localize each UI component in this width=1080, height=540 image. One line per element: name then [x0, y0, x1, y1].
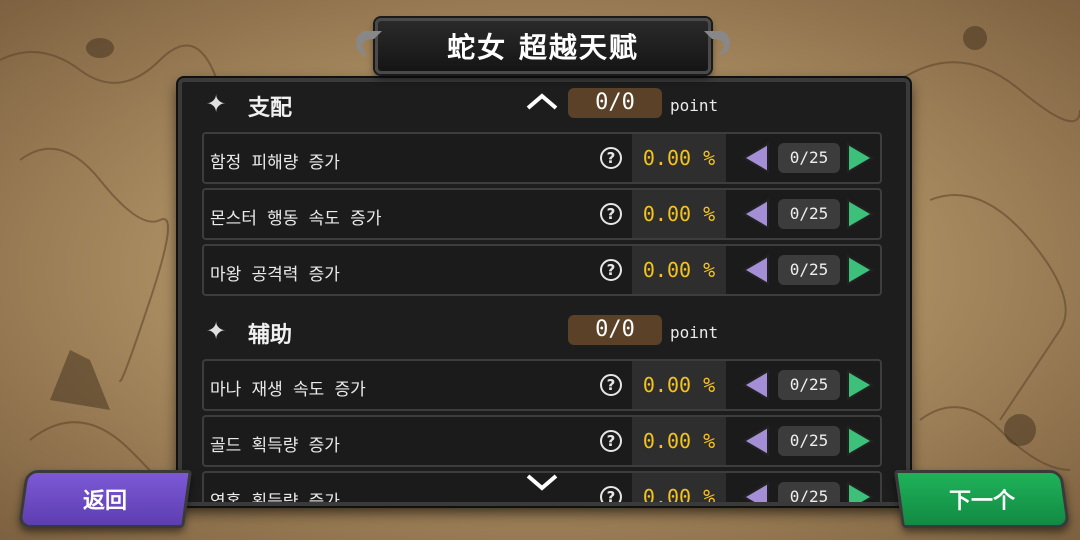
talent-level: 0/25 [778, 370, 840, 400]
talent-panel[interactable]: ✦ 支配 0/0 point 함정 피해량 증가 ? 0.00 % 0/25 몬… [178, 78, 910, 506]
page-title: 蛇女 超越天赋 [447, 31, 639, 64]
talent-row: 마나 재생 속도 증가 ? 0.00 % 0/25 [202, 359, 882, 411]
talent-value: 0.00 % [632, 473, 726, 502]
talent-row: 함정 피해량 증가 ? 0.00 % 0/25 [202, 132, 882, 184]
chevron-down-icon[interactable] [524, 472, 560, 494]
question-circle-icon[interactable]: ? [600, 486, 622, 502]
decrease-button[interactable] [740, 481, 772, 506]
increase-button[interactable] [844, 369, 876, 401]
title-plate: 蛇女 超越天赋 [356, 18, 730, 74]
decrease-button[interactable] [740, 142, 772, 174]
section-points: 0/0 [568, 315, 662, 345]
talent-label: 골드 획득량 증가 [210, 436, 340, 456]
section-title: 支配 [248, 96, 293, 121]
talent-level: 0/25 [778, 255, 840, 285]
talent-level: 0/25 [778, 143, 840, 173]
decrease-button[interactable] [740, 369, 772, 401]
talent-label: 마나 재생 속도 증가 [210, 380, 366, 400]
decrease-button[interactable] [740, 198, 772, 230]
question-circle-icon[interactable]: ? [600, 430, 622, 452]
talent-level: 0/25 [778, 199, 840, 229]
talent-value: 0.00 % [632, 246, 726, 294]
next-button-label: 下一个 [948, 489, 1015, 514]
talent-value: 0.00 % [632, 361, 726, 409]
talent-level: 0/25 [778, 482, 840, 502]
back-button-label: 返回 [82, 489, 127, 514]
talent-value: 0.00 % [632, 417, 726, 465]
back-button[interactable]: 返回 [17, 470, 193, 528]
decrease-button[interactable] [740, 425, 772, 457]
question-circle-icon[interactable]: ? [600, 374, 622, 396]
talent-label: 몬스터 행동 속도 증가 [210, 209, 382, 229]
talent-label: 마왕 공격력 증가 [210, 265, 340, 285]
section-points: 0/0 [568, 88, 662, 118]
question-circle-icon[interactable]: ? [600, 147, 622, 169]
talent-label: 함정 피해량 증가 [210, 153, 340, 173]
chevron-up-icon[interactable] [524, 90, 560, 114]
increase-button[interactable] [844, 142, 876, 174]
increase-button[interactable] [844, 254, 876, 286]
four-point-star-icon: ✦ [206, 317, 227, 345]
increase-button[interactable] [844, 198, 876, 230]
talent-row: 몬스터 행동 속도 증가 ? 0.00 % 0/25 [202, 188, 882, 240]
talent-row: 골드 획득량 증가 ? 0.00 % 0/25 [202, 415, 882, 467]
question-circle-icon[interactable]: ? [600, 203, 622, 225]
talent-row: 마왕 공격력 증가 ? 0.00 % 0/25 [202, 244, 882, 296]
ornament-left-icon [356, 31, 382, 57]
talent-value: 0.00 % [632, 134, 726, 182]
section-title: 辅助 [248, 323, 293, 348]
section-header-dominate: ✦ 支配 0/0 point [182, 82, 906, 128]
question-circle-icon[interactable]: ? [600, 259, 622, 281]
next-button[interactable]: 下一个 [893, 470, 1071, 528]
ornament-right-icon [704, 31, 730, 57]
four-point-star-icon: ✦ [206, 90, 227, 118]
talent-level: 0/25 [778, 426, 840, 456]
points-label: point [670, 323, 719, 342]
increase-button[interactable] [844, 481, 876, 506]
talent-label: 영혼 획득량 증가 [210, 492, 340, 506]
decrease-button[interactable] [740, 254, 772, 286]
talent-value: 0.00 % [632, 190, 726, 238]
points-label: point [670, 96, 719, 115]
increase-button[interactable] [844, 425, 876, 457]
section-header-support: ✦ 辅助 0/0 point [182, 309, 906, 355]
